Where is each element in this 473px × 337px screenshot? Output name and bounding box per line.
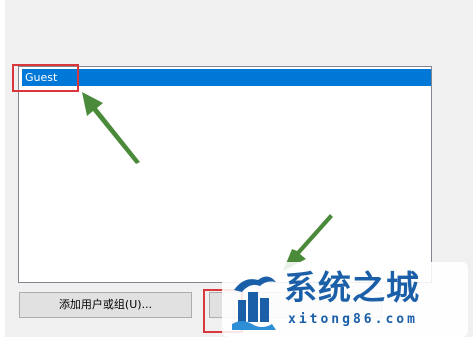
city-logo-icon	[232, 276, 276, 330]
site-watermark: 系统之城 xitong86.com	[222, 262, 468, 337]
watermark-title: 系统之城	[284, 268, 420, 307]
watermark-url: xitong86.com	[288, 312, 418, 327]
arrow-to-guest-icon	[82, 92, 140, 164]
